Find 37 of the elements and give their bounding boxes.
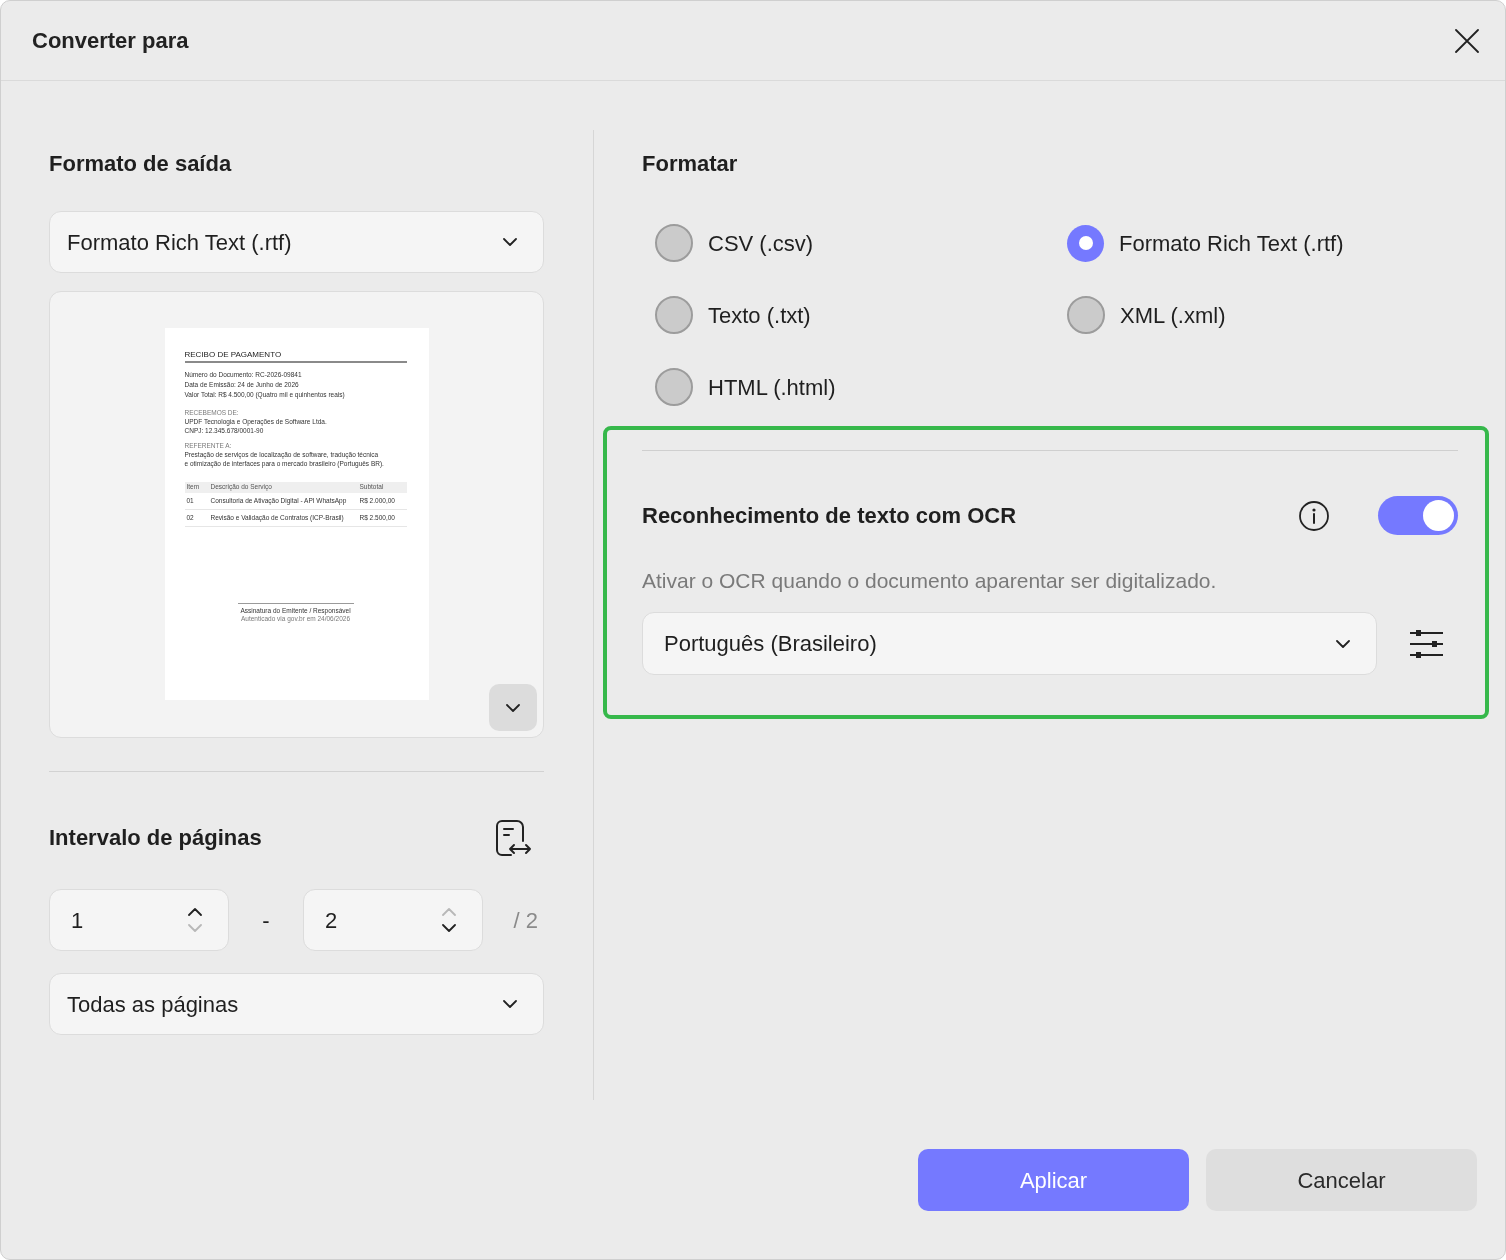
increment-button[interactable] — [188, 908, 202, 916]
sliders-icon[interactable] — [1410, 629, 1443, 658]
ocr-description: Ativar o OCR quando o documento aparentar ser digitalizado. — [642, 568, 1218, 594]
page-range-dropdown[interactable]: Todas as páginas — [49, 973, 544, 1035]
section-heading: Formato de saída — [49, 150, 233, 178]
format-option[interactable]: HTML (.html) — [655, 368, 1067, 406]
ocr-title: Reconhecimento de texto com OCR — [642, 502, 1018, 530]
chevron-down-icon — [503, 238, 517, 246]
chevron-down-icon — [506, 703, 520, 712]
ocr-toggle[interactable] — [1378, 496, 1458, 535]
page-to-field[interactable]: 2 — [303, 889, 483, 951]
language-dropdown[interactable]: Português (Brasileiro) — [642, 612, 1377, 675]
info-icon[interactable] — [1299, 500, 1329, 531]
close-icon — [1455, 28, 1479, 53]
format-option[interactable]: Texto (.txt) — [655, 296, 1067, 334]
format-option[interactable]: Formato Rich Text (.rtf) — [1067, 224, 1489, 262]
dialog-title: Converter para — [32, 27, 189, 55]
section-heading: Formatar — [641, 150, 739, 178]
format-option[interactable]: CSV (.csv) — [655, 224, 1067, 262]
page-from-field[interactable]: 1 — [49, 889, 229, 951]
close-button[interactable] — [1455, 28, 1479, 53]
apply-button[interactable]: Aplicar — [918, 1149, 1189, 1211]
chevron-down-icon — [188, 924, 202, 932]
chevron-up-icon — [188, 908, 202, 916]
format-option[interactable]: XML (.xml) — [1067, 296, 1489, 334]
decrement-button[interactable] — [442, 924, 456, 932]
page-total: / 2 — [512, 906, 539, 935]
chevron-down-icon — [503, 1000, 517, 1008]
document-arrows-icon[interactable] — [495, 819, 532, 857]
chevron-down-icon — [1336, 639, 1350, 648]
range-separator: - — [261, 906, 271, 935]
section-heading: Intervalo de páginas — [49, 824, 262, 852]
chevron-down-icon — [442, 924, 456, 932]
document-title: RECIBO DE PAGAMENTO — [184, 350, 283, 360]
chevron-up-icon — [442, 908, 456, 916]
output-format-dropdown[interactable]: Formato Rich Text (.rtf) — [49, 211, 544, 273]
cancel-button[interactable]: Cancelar — [1206, 1149, 1477, 1211]
